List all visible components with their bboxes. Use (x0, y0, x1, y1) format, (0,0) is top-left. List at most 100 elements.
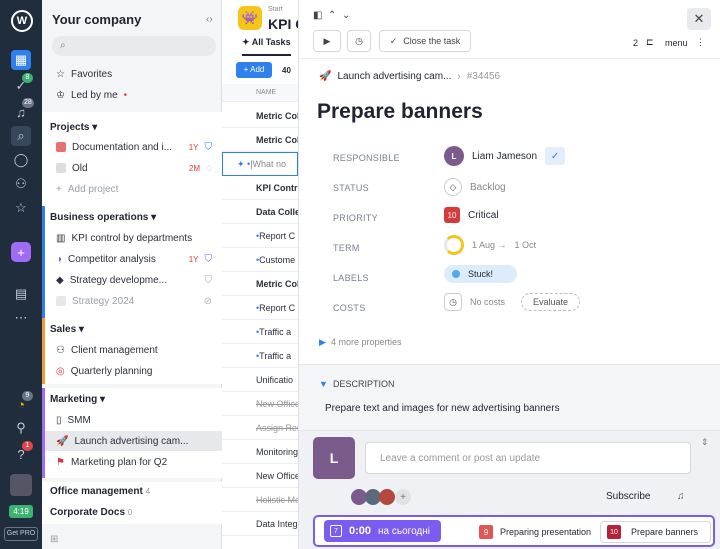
table-row[interactable]: • Report C (222, 224, 298, 248)
table-row[interactable]: Data Integ (222, 512, 298, 536)
table-row[interactable]: Assign Res (222, 416, 298, 440)
marketing-item[interactable]: ⚑ Marketing plan for Q2 (50, 452, 220, 472)
app-logo[interactable]: W (11, 10, 33, 32)
labels-value[interactable]: Stuck! (444, 265, 518, 283)
table-row[interactable]: Metric Coll (222, 128, 298, 152)
chat-icon[interactable]: ◯ (11, 150, 31, 170)
tab-all-tasks[interactable]: ✦ All Tasks (242, 37, 291, 56)
task-badge: 10 (607, 525, 621, 539)
term-value[interactable]: 1 Aug → 1 Oct (444, 235, 536, 255)
sales-header[interactable]: Sales ▾ (50, 324, 84, 335)
current-task[interactable]: 10 Prepare banners (600, 521, 711, 543)
priority-value[interactable]: 10 Critical (444, 207, 499, 223)
subscribe-button[interactable]: Subscribe (606, 491, 650, 502)
people-icon[interactable]: ⚇ (11, 174, 31, 194)
collapse-icon[interactable]: ‹› (206, 14, 213, 25)
progress-ring-icon (444, 235, 464, 255)
office-section: Office management 4 Corporate Docs 0 (42, 482, 222, 524)
status-value[interactable]: ◇ Backlog (444, 178, 506, 196)
table-row[interactable]: • Traffic a (222, 320, 298, 344)
table-row[interactable]: • Report C (222, 296, 298, 320)
description-text[interactable]: Prepare text and images for new advertis… (325, 403, 560, 414)
marketing-label: Launch advertising cam... (74, 435, 189, 447)
grid-icon[interactable]: ▦ (11, 50, 31, 70)
row-label: Metric Coll (256, 278, 298, 289)
star-icon[interactable]: ☆ (11, 198, 31, 218)
sales-item[interactable]: ◎ Quarterly planning (50, 361, 220, 381)
get-pro-button[interactable]: Get PRO (4, 527, 38, 541)
breadcrumb[interactable]: 🚀 Launch advertising cam... › #34456 (319, 71, 500, 82)
marketing-item[interactable]: ▯ SMM (50, 410, 220, 430)
projects-header[interactable]: Projects ▾ (50, 122, 97, 133)
business-item[interactable]: ◑ Competitor analysis 1Y ⛉ (50, 249, 220, 269)
evaluate-button[interactable]: Evaluate (521, 293, 581, 311)
app-rail: W ▦ ✓ 8 ♫ 28 ⌕ ◯ ⚇ ☆ + ▤ ⋯ ◔ 9 ⚲ ? 1 4:1… (0, 0, 42, 549)
table-row[interactable]: Monitoring (222, 440, 298, 464)
strategy-icon: ◆ (56, 274, 64, 286)
table-icon[interactable]: ▤ (11, 284, 31, 304)
business-item[interactable]: Strategy 2024 ⊘ (50, 291, 220, 311)
search-icon[interactable]: ⌕ (11, 126, 31, 146)
timer-icon: ◷ (444, 293, 462, 311)
subtasks-icon[interactable]: ⊏ (646, 37, 654, 48)
add-icon[interactable]: + (11, 242, 31, 262)
sidebar-led-by-me[interactable]: ♔ Led by me • (50, 85, 220, 105)
user-avatar[interactable] (10, 474, 32, 496)
table-row[interactable]: Metric Coll (222, 272, 298, 296)
play-button[interactable]: ▶ (313, 30, 341, 52)
office-header[interactable]: Office management 4 (50, 486, 150, 497)
add-task-button[interactable]: + Add (236, 62, 272, 78)
responsible-value[interactable]: L Liam Jameson ✓ (444, 146, 566, 166)
expand-icon[interactable]: ⇕ (701, 437, 709, 448)
table-row[interactable]: • Custome (222, 248, 298, 272)
comment-input[interactable]: Leave a comment or post an update (365, 442, 691, 474)
menu-button[interactable]: menu (665, 38, 688, 48)
close-task-button[interactable]: ✓ Close the task (379, 30, 471, 52)
docs-header[interactable]: Corporate Docs 0 (50, 507, 132, 518)
table-row[interactable]: Holistic Me (222, 488, 298, 512)
table-row[interactable]: New Office (222, 464, 298, 488)
close-icon[interactable]: ✕ (687, 8, 711, 30)
more-properties[interactable]: ▶ 4 more properties (319, 337, 401, 348)
kebab-icon[interactable]: ⋮ (696, 37, 705, 48)
more-icon[interactable]: ⋯ (11, 308, 31, 328)
add-project-button[interactable]: + Add project (50, 179, 220, 199)
table-row[interactable]: Data Colle (222, 200, 298, 224)
sidebar: Your company ‹› ⌕ ☆ Favorites ♔ Led by me •… (42, 0, 225, 549)
triangle-down-icon: ▼ (319, 379, 328, 389)
new-folder-icon[interactable]: ⊞ (50, 534, 58, 545)
panel-toggle-icon[interactable]: ◧ ⌃ ⌄ (313, 10, 350, 21)
row-label: Traffic a (259, 326, 292, 337)
marketing-header[interactable]: Marketing ▾ (50, 394, 105, 405)
table-row[interactable]: ✦ • |What no (222, 152, 298, 176)
table-row[interactable]: New Office (222, 392, 298, 416)
description-header[interactable]: ▼ DESCRIPTION (319, 379, 394, 389)
costs-value[interactable]: ◷ No costs Evaluate (444, 293, 581, 311)
table-row[interactable]: KPI Contro (222, 176, 298, 200)
plus-icon[interactable]: + (395, 489, 411, 505)
favorites-label: Favorites (70, 68, 113, 80)
timer-bar: 7 0:00 на сьогодні 9 Preparing presentation… (313, 515, 715, 547)
diamond-icon: ◇ (444, 178, 462, 196)
table-row[interactable]: Unificatio (222, 368, 298, 392)
sidebar-search[interactable]: ⌕ (52, 36, 216, 56)
timer-button[interactable]: 7 0:00 на сьогодні (324, 520, 441, 542)
project-item[interactable]: Old 2M ◌ (50, 158, 220, 178)
task-title[interactable]: Prepare banners (317, 100, 483, 124)
project-item[interactable]: Documentation and i... 1Y ⛉ (50, 137, 220, 157)
table-row[interactable]: Metric Coll (222, 104, 298, 128)
recent-task[interactable]: 9 Preparing presentation (479, 525, 591, 539)
marketing-item-active[interactable]: 🚀 Launch advertising cam... (45, 431, 225, 451)
row-label: Assign Res (256, 422, 298, 433)
user-add-icon[interactable]: ⚲ (11, 418, 31, 438)
bell-icon[interactable]: ♫ (677, 491, 685, 502)
table-row[interactable]: • Traffic a (222, 344, 298, 368)
timer-button[interactable]: ◷ (347, 30, 371, 52)
timer-badge[interactable]: 4:19 (9, 505, 33, 518)
sales-item[interactable]: ⚇ Client management (50, 340, 220, 360)
business-header[interactable]: Business operations ▾ (50, 212, 156, 223)
tab-all-label: All Tasks (251, 37, 291, 47)
sidebar-favorites[interactable]: ☆ Favorites (50, 64, 220, 84)
business-item[interactable]: ▥ KPI control by departments (50, 228, 220, 248)
business-item[interactable]: ◆ Strategy developme... ⛉ (50, 270, 220, 290)
